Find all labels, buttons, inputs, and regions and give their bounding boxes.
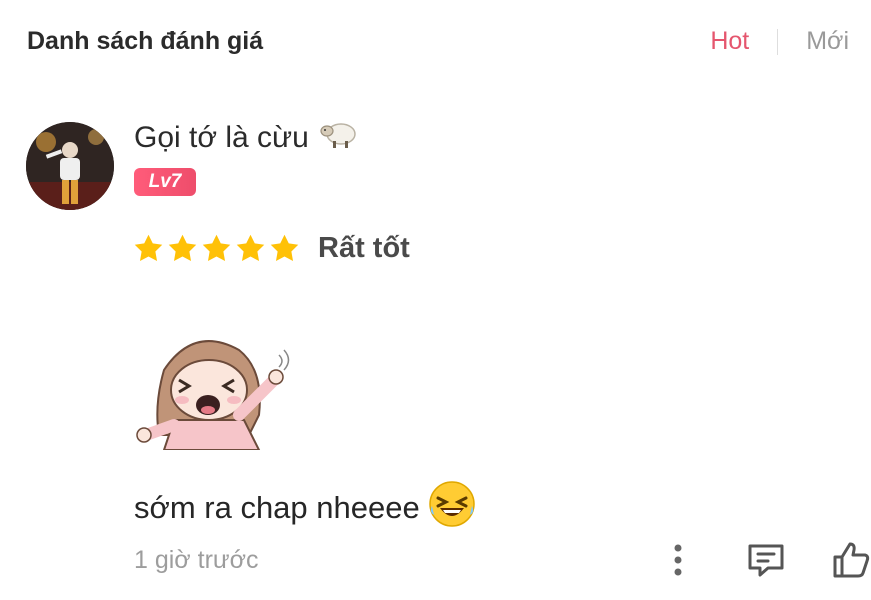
more-button[interactable] [656,538,700,582]
rating: Rất tốt [132,232,410,265]
username[interactable]: Gọi tớ là cừu [134,118,359,158]
reply-button[interactable] [744,538,788,582]
more-icon [674,544,682,576]
rating-label: Rất tốt [318,232,410,264]
laughing-girl-sticker [134,325,294,451]
avatar[interactable] [26,122,114,210]
sort-tabs: Hot Mới [710,27,849,56]
username-text: Gọi tớ là cừu [134,121,309,154]
tab-new[interactable]: Mới [806,27,849,56]
star-icon [236,234,265,262]
avatar-image [26,122,114,210]
level-badge: Lv7 [134,168,196,196]
tab-hot[interactable]: Hot [710,27,749,56]
tab-divider [777,28,779,55]
star-icon [270,234,299,262]
comment-text: sớm ra chap nheeee [134,490,420,525]
page-title: Danh sách đánh giá [27,27,264,55]
sheep-icon [319,118,359,158]
like-icon [833,542,870,578]
star-icon [168,234,197,262]
star-icon [202,234,231,262]
like-button[interactable] [829,538,871,582]
star-icon [134,234,163,262]
laughing-face-icon [428,480,476,536]
timestamp: 1 giờ trước [134,546,259,574]
comment: sớm ra chap nheeee [134,480,476,536]
reply-icon [748,544,784,577]
